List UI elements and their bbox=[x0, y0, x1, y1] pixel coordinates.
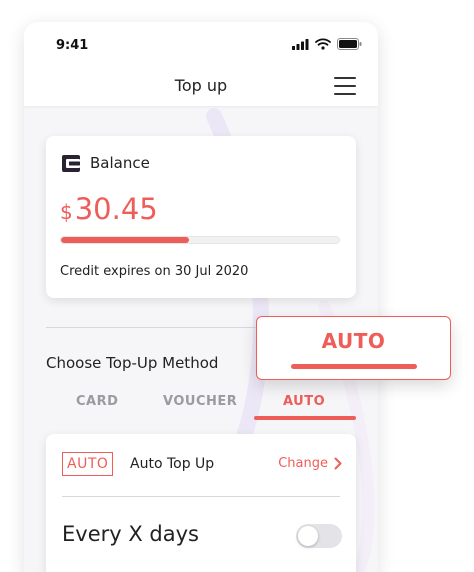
auto-top-up-label: Auto Top Up bbox=[130, 456, 215, 472]
balance-progress-fill bbox=[61, 237, 189, 243]
cellular-signal-icon bbox=[292, 38, 309, 50]
top-bar: 9:41 Top up bbox=[24, 22, 378, 106]
auto-tab-callout: AUTO bbox=[256, 316, 451, 380]
phone-frame: 9:41 Top up Balance $ 30.45 Credit expir… bbox=[24, 22, 378, 572]
top-up-method-tabs: CARD VOUCHER AUTO bbox=[46, 390, 356, 420]
wallet-icon bbox=[62, 154, 80, 172]
credit-expiry-text: Credit expires on 30 Jul 2020 bbox=[60, 264, 249, 279]
balance-header: Balance bbox=[62, 154, 150, 172]
callout-label: AUTO bbox=[321, 329, 386, 353]
tab-auto[interactable]: AUTO bbox=[283, 394, 325, 409]
tab-card[interactable]: CARD bbox=[76, 394, 118, 409]
callout-underline bbox=[291, 364, 417, 369]
card-divider bbox=[62, 496, 340, 497]
hamburger-menu-icon[interactable] bbox=[334, 77, 356, 95]
page-title: Top up bbox=[174, 76, 228, 95]
toggle-knob bbox=[298, 526, 318, 546]
status-time: 9:41 bbox=[56, 38, 89, 53]
every-x-days-toggle[interactable] bbox=[296, 524, 342, 548]
auto-badge: AUTO bbox=[62, 452, 114, 476]
active-tab-indicator bbox=[254, 416, 356, 420]
wifi-icon bbox=[315, 38, 331, 50]
screen: 9:41 Top up Balance $ 30.45 Credit expir… bbox=[0, 0, 474, 572]
chevron-right-icon bbox=[334, 457, 342, 470]
balance-card: Balance $ 30.45 Credit expires on 30 Jul… bbox=[46, 136, 356, 298]
balance-currency: $ bbox=[60, 200, 73, 224]
auto-top-up-card: AUTO Auto Top Up Change Every X days bbox=[46, 434, 356, 572]
every-x-days-label: Every X days bbox=[62, 522, 199, 546]
balance-value: 30.45 bbox=[74, 192, 158, 226]
balance-progress-bar bbox=[60, 236, 340, 244]
change-label: Change bbox=[278, 456, 328, 471]
balance-label: Balance bbox=[90, 154, 150, 172]
balance-amount: $ 30.45 bbox=[60, 192, 158, 226]
battery-icon bbox=[337, 38, 362, 50]
change-button[interactable]: Change bbox=[278, 456, 342, 471]
tab-voucher[interactable]: VOUCHER bbox=[163, 394, 237, 409]
top-up-method-title: Choose Top-Up Method bbox=[46, 354, 219, 372]
status-icons bbox=[292, 38, 362, 50]
